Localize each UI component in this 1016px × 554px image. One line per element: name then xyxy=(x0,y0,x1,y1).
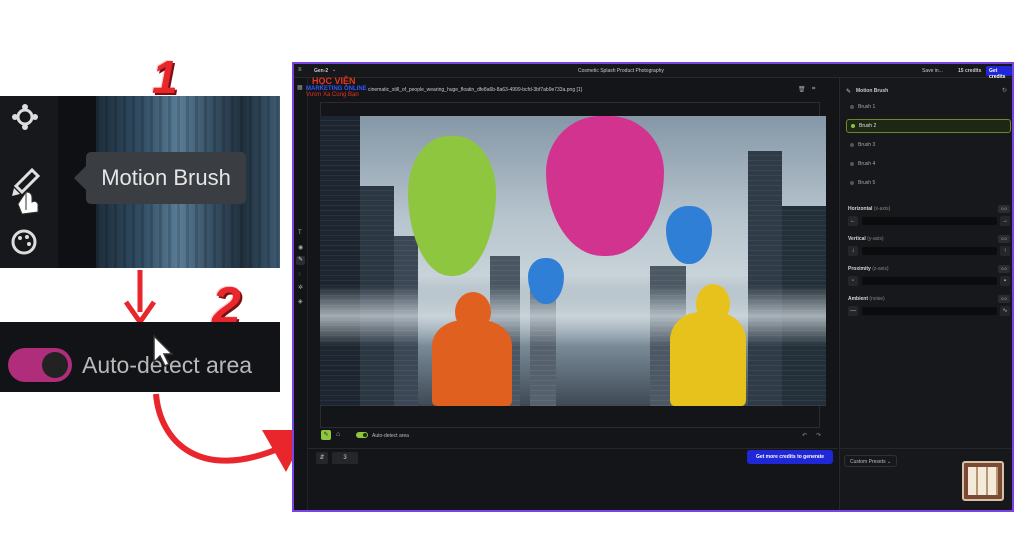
ambient-slider[interactable]: — ∿ xyxy=(848,306,1010,316)
vertical-slider[interactable]: ↓ ↑ xyxy=(848,246,1010,256)
grid-icon[interactable]: ▦ xyxy=(297,84,303,91)
zoom-motion-brush-panel: Motion Brush xyxy=(0,96,280,268)
horizontal-value[interactable]: 0.0 xyxy=(998,205,1010,213)
mist xyxy=(320,286,826,346)
move-icon[interactable] xyxy=(10,102,40,132)
camera-tool-icon[interactable]: ◉ xyxy=(298,244,303,251)
auto-detect-toggle-zoomed[interactable] xyxy=(8,348,72,382)
yellow-person-mask[interactable] xyxy=(670,312,746,406)
counter-button[interactable]: 3 xyxy=(332,452,358,464)
divider xyxy=(308,448,838,449)
counter-value: 3 xyxy=(343,455,347,461)
get-credits-button[interactable]: Get credits xyxy=(986,66,1012,80)
auto-detect-toggle[interactable] xyxy=(356,432,368,438)
proximity-label: Proximity (z-axis) xyxy=(848,266,889,272)
tooltip-label: Motion Brush xyxy=(101,165,231,190)
blue-head-mask-large[interactable] xyxy=(666,206,712,264)
canvas-image xyxy=(320,116,826,406)
tablet-thumbnail xyxy=(962,461,1004,501)
palette-icon[interactable] xyxy=(10,228,38,256)
credits-count: 15 credits xyxy=(958,68,982,74)
down-arrow-icon xyxy=(123,270,157,324)
watermark-logo: HỌC VIỆN xyxy=(312,76,356,86)
watermark-subtitle: MARKETING ONLINE Vươn Xa Cùng Bạn xyxy=(306,86,367,98)
brush-item-5[interactable]: Brush 5 xyxy=(846,176,1011,190)
building xyxy=(320,116,360,406)
motion-brush-panel: ✎ Motion Brush ↻ Brush 1 Brush 2 Brush 3… xyxy=(839,78,1012,510)
horizontal-label: Horizontal (x-axis) xyxy=(848,206,891,212)
panel-title: Motion Brush xyxy=(856,88,889,94)
vertical-label: Vertical (y-axis) xyxy=(848,236,884,242)
image-filename: cinematic_still_of_people_wearing_huge_f… xyxy=(368,87,583,93)
orange-person-mask[interactable] xyxy=(432,320,512,406)
building xyxy=(748,151,782,406)
ambient-value[interactable]: 0.0 xyxy=(998,295,1010,303)
ambient-label: Ambient (noise) xyxy=(848,296,885,302)
model-selector[interactable]: Gen-2 xyxy=(314,68,328,74)
motion-brush-tooltip: Motion Brush xyxy=(74,152,246,204)
generate-button[interactable]: Get more credits to generate xyxy=(747,450,833,464)
brush-item-3[interactable]: Brush 3 xyxy=(846,138,1011,152)
settings-button[interactable]: ⇵ xyxy=(316,452,328,464)
settings-tool-icon[interactable]: ✲ xyxy=(298,284,303,291)
zoom-auto-detect-panel: Auto-detect area xyxy=(0,322,280,392)
horizontal-slider[interactable]: ← → xyxy=(848,216,1010,226)
top-bar: ≡ Gen-2 ⌄ Cosmetic Splash Product Photog… xyxy=(294,64,1012,80)
panel-divider xyxy=(840,448,1012,449)
chevron-down-icon[interactable]: ⌄ xyxy=(332,67,336,73)
step-number-1: 1 xyxy=(152,51,178,103)
text-tool-icon[interactable]: T xyxy=(298,230,302,236)
palette-tool-icon[interactable]: ◌ xyxy=(298,272,302,278)
redo-icon[interactable]: ↷ xyxy=(816,432,821,439)
vertical-value[interactable]: 0.0 xyxy=(998,235,1010,243)
motion-brush-tool-icon[interactable]: ✎ xyxy=(296,256,305,265)
reset-icon[interactable]: ↻ xyxy=(1002,87,1007,94)
motion-brush-icon[interactable] xyxy=(8,162,48,216)
proximity-value[interactable]: 0.0 xyxy=(998,265,1010,273)
auto-detect-label: Auto-detect area xyxy=(372,433,409,439)
zoom-tool-rail xyxy=(0,96,58,268)
undo-icon[interactable]: ↶ xyxy=(802,432,807,439)
cursor-icon xyxy=(153,334,174,368)
brush-item-2[interactable]: Brush 2 xyxy=(846,119,1011,133)
brush-tool-button[interactable]: ✎ xyxy=(321,430,331,440)
motion-brush-panel-icon: ✎ xyxy=(846,89,852,95)
custom-presets-button[interactable]: Custom Presets ⌄ xyxy=(844,455,898,467)
project-title[interactable]: Cosmetic Splash Product Photography xyxy=(578,68,664,74)
layers-tool-icon[interactable]: ◈ xyxy=(298,298,303,305)
trash-icon[interactable]: 🗑 xyxy=(798,86,806,93)
crop-icon[interactable]: ⌗ xyxy=(812,86,815,93)
magenta-head-mask[interactable] xyxy=(546,116,664,256)
eraser-icon[interactable]: ⌂ xyxy=(336,431,340,438)
left-nav: ▦ T ◉ ✎ ◌ ✲ ◈ xyxy=(294,78,308,510)
green-head-mask[interactable] xyxy=(408,136,496,276)
proximity-slider[interactable]: ▫ ▪ xyxy=(848,276,1010,286)
save-button[interactable]: Save in... xyxy=(922,68,943,74)
brush-item-1[interactable]: Brush 1 xyxy=(846,100,1011,114)
menu-icon[interactable]: ≡ xyxy=(298,67,302,73)
brush-item-4[interactable]: Brush 4 xyxy=(846,157,1011,171)
